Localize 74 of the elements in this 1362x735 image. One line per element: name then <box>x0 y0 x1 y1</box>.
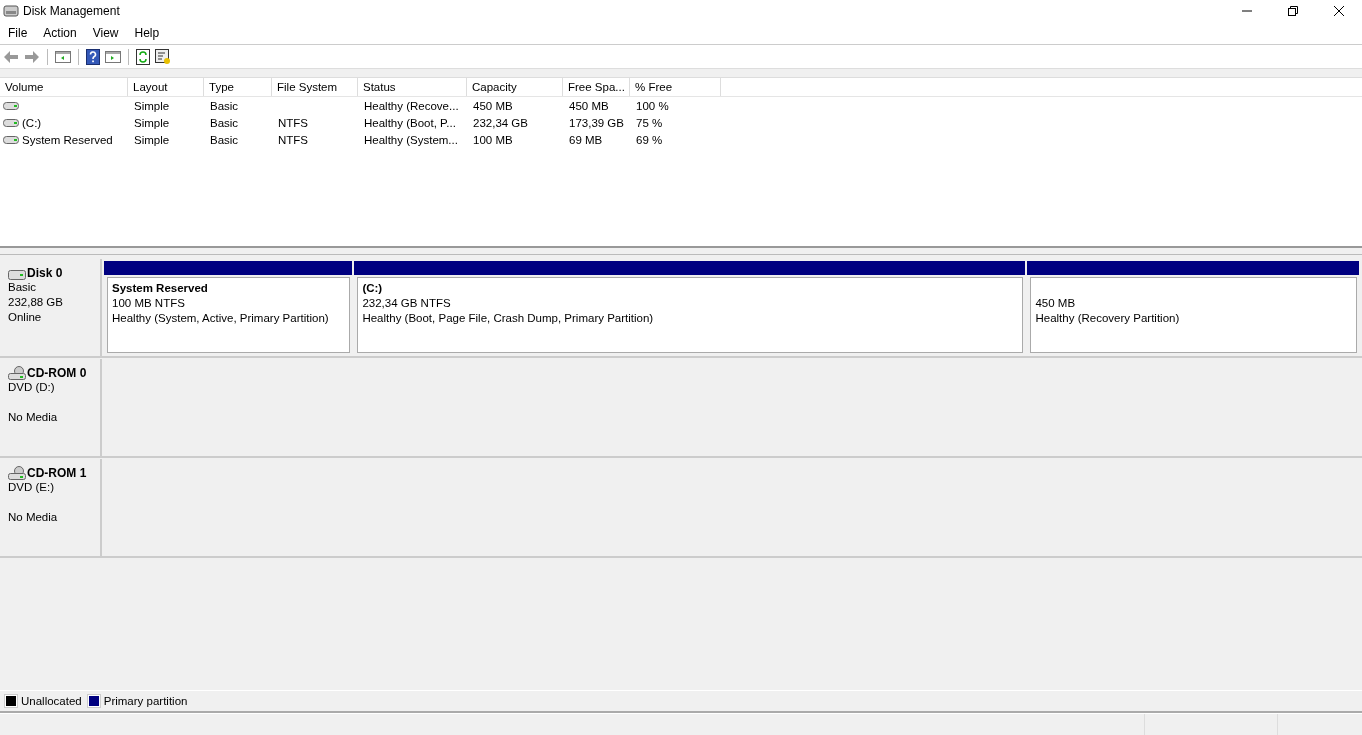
menu-item[interactable]: Help <box>134 26 160 40</box>
table-cell: Simple <box>134 99 170 112</box>
disk-drive-icon <box>8 270 26 280</box>
partition-name: (C:) <box>362 281 384 296</box>
menu-item[interactable]: Action <box>43 26 77 40</box>
disk-detail: DVD (E:) <box>8 480 55 495</box>
table-cell: 173,39 GB <box>569 116 624 129</box>
table-cell: 450 MB <box>569 99 609 112</box>
disk-name: Disk 0 <box>27 266 63 280</box>
partition-status: Healthy (Boot, Page File, Crash Dump, Primary Partition) <box>362 311 655 326</box>
partition-size: 232,34 GB NTFS <box>362 296 452 311</box>
column-header[interactable]: Type <box>204 78 272 96</box>
legend-label: Primary partition <box>103 695 188 707</box>
restore-icon[interactable] <box>1287 5 1299 17</box>
legend-label: Unallocated <box>21 695 82 707</box>
partition-status: Healthy (System, Active, Primary Partition) <box>112 311 330 326</box>
splitter-bar[interactable] <box>0 246 1362 255</box>
forward-arrow-icon[interactable] <box>24 49 40 64</box>
table-cell: NTFS <box>278 116 309 129</box>
panel-icon[interactable] <box>105 49 121 64</box>
window-title: Disk Management <box>23 4 120 18</box>
table-cell: NTFS <box>278 133 309 146</box>
disk-name: CD-ROM 0 <box>27 366 87 380</box>
table-cell: (C:) <box>22 116 42 129</box>
disk-detail: 232,88 GB <box>8 295 64 310</box>
partition-size: 100 MB NTFS <box>112 296 186 311</box>
partition-block[interactable]: 450 MB Healthy (Recovery Partition) <box>1030 277 1357 353</box>
column-header[interactable]: Capacity <box>467 78 563 96</box>
menu-item[interactable]: File <box>8 26 28 40</box>
drive-icon <box>3 101 19 110</box>
partition-status: Healthy (Recovery Partition) <box>1035 311 1181 326</box>
properties-icon[interactable] <box>155 48 171 65</box>
close-icon[interactable] <box>1333 5 1345 17</box>
table-cell: Healthy (System... <box>364 133 458 146</box>
disk-media-status: No Media <box>8 510 59 525</box>
table-cell: 75 % <box>636 116 663 129</box>
column-header[interactable]: Volume <box>0 78 128 96</box>
column-header[interactable]: File System <box>272 78 358 96</box>
table-cell: Simple <box>134 133 170 146</box>
cd-drive-icon <box>8 466 26 480</box>
column-header[interactable]: % Free <box>630 78 721 96</box>
table-cell: 232,34 GB <box>473 116 528 129</box>
disk-detail: Online <box>8 310 43 325</box>
table-cell: 69 % <box>636 133 663 146</box>
table-cell: Basic <box>210 133 239 146</box>
panel-icon[interactable] <box>55 49 71 64</box>
table-cell: Simple <box>134 116 170 129</box>
table-cell: Healthy (Recove... <box>364 99 459 112</box>
menu-item[interactable]: View <box>92 26 119 40</box>
disk-media-status: No Media <box>8 410 59 425</box>
table-cell: Healthy (Boot, P... <box>364 116 456 129</box>
disk-name: CD-ROM 1 <box>27 466 87 480</box>
table-cell: 69 MB <box>569 133 603 146</box>
disk-detail: Basic <box>8 280 38 295</box>
drive-icon <box>3 135 19 144</box>
partition-size: 450 MB <box>1035 296 1077 311</box>
column-header[interactable]: Layout <box>128 78 204 96</box>
table-cell: 450 MB <box>473 99 513 112</box>
table-cell: Basic <box>210 99 239 112</box>
disk-detail: DVD (D:) <box>8 380 56 395</box>
partition-block[interactable]: System Reserved 100 MB NTFS Healthy (System, Active, Primary Partition) <box>107 277 351 353</box>
column-header[interactable]: Status <box>358 78 467 96</box>
table-cell: 100 % <box>636 99 669 112</box>
table-cell: System Reserved <box>22 133 113 146</box>
table-cell: 100 MB <box>473 133 513 146</box>
cd-drive-icon <box>8 366 26 380</box>
help-icon[interactable] <box>86 48 100 65</box>
drive-icon <box>3 118 19 127</box>
partition-block[interactable]: (C:) 232,34 GB NTFS Healthy (Boot, Page File, Crash Dump, Primary Partition) <box>357 277 1024 353</box>
refresh-icon[interactable] <box>136 48 150 65</box>
partition-name: System Reserved <box>112 281 209 296</box>
table-cell: Basic <box>210 116 239 129</box>
back-arrow-icon[interactable] <box>3 49 19 64</box>
column-header[interactable]: Free Spa... <box>563 78 630 96</box>
